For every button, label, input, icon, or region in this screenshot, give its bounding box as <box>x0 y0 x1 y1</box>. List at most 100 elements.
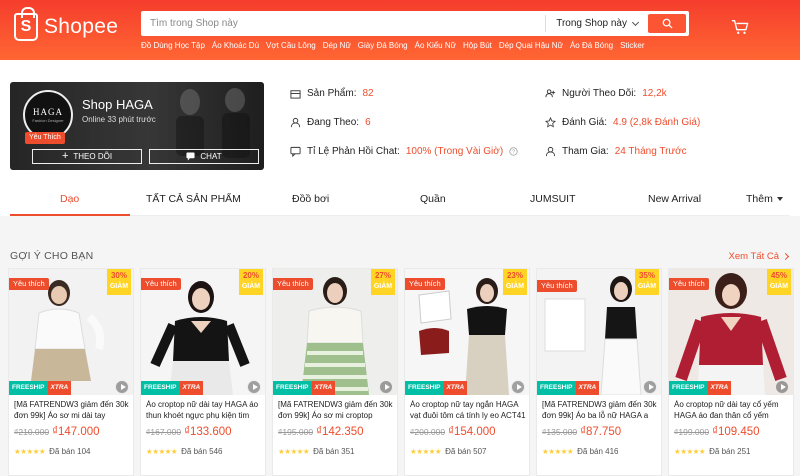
suggestion-link[interactable]: Áo Đá Bóng <box>570 41 613 50</box>
product-image[interactable]: Yêu thích 23% GIẢM FREESHIP XTRA <box>405 269 529 395</box>
tab-home[interactable]: Dạo <box>60 181 79 216</box>
stat-joined: Tham Gia: 24 Tháng Trước <box>545 146 687 157</box>
follow-label: THEO DÕI <box>73 152 113 161</box>
play-video-icon[interactable] <box>775 380 789 394</box>
suggestion-link[interactable]: Sticker <box>620 41 644 50</box>
product-image[interactable]: Yêu thích 27% GIẢM FREESHIP XTRA <box>273 269 397 395</box>
suggestion-link[interactable]: Hộp Bút <box>463 41 492 50</box>
xtra-label: XTRA <box>707 381 732 395</box>
discount-word: GIẢM <box>373 283 393 290</box>
see-all-link[interactable]: Xem Tất Cả <box>728 251 790 262</box>
favorite-badge: Yêu thích <box>405 278 445 290</box>
suggestion-link[interactable]: Đồ Dùng Học Tập <box>141 41 205 50</box>
play-video-icon[interactable] <box>511 380 525 394</box>
tab-more[interactable]: Thêm <box>746 181 783 216</box>
tab-swimwear[interactable]: Đồồ bơi <box>292 181 329 216</box>
search-scope-dropdown[interactable]: Trong Shop này <box>545 15 648 32</box>
favorite-badge: Yêu thích <box>669 278 709 290</box>
search-button[interactable] <box>648 14 686 33</box>
product-meta: ★★★★★ Đã bán 507 <box>410 447 487 456</box>
product-price: ₫167.000 ₫133.600 <box>146 426 232 438</box>
shopee-logo[interactable]: S Shopee <box>14 7 118 41</box>
search-input[interactable] <box>141 11 546 36</box>
play-video-icon[interactable] <box>247 380 261 394</box>
follow-button[interactable]: + THEO DÕI <box>32 149 142 164</box>
suggestion-link[interactable]: Dép Quai Hậu Nữ <box>499 41 563 50</box>
shop-tabs: Dạo TẤT CẢ SẢN PHẨM Đồồ bơi Quần JUMSUIT… <box>10 181 790 216</box>
section-title: GỢI Ý CHO BẠN <box>10 250 94 262</box>
stat-value: 24 Tháng Trước <box>614 146 687 157</box>
play-video-icon[interactable] <box>643 380 657 394</box>
followers-icon <box>545 89 556 98</box>
stat-label: Đánh Giá: <box>562 117 608 128</box>
suggestion-link[interactable]: Áo Kiểu Nữ <box>415 41 456 50</box>
chat-button[interactable]: CHAT <box>149 149 259 164</box>
favorite-badge: Yêu Thích <box>25 132 65 144</box>
tab-all-products[interactable]: TẤT CẢ SẢN PHẨM <box>146 181 241 216</box>
stat-followers: Người Theo Dõi: 12,2k <box>545 88 667 99</box>
product-card[interactable]: Yêu thích 45% GIẢM FREESHIP XTRA Áo cropto… <box>668 268 794 476</box>
product-meta: ★★★★★ Đã bán 416 <box>542 447 619 456</box>
rating-stars-icon: ★★★★★ <box>14 447 46 456</box>
cart-icon[interactable] <box>731 18 749 36</box>
product-meta: ★★★★★ Đã bán 251 <box>674 447 751 456</box>
sold-count: Đã bán 251 <box>709 447 751 456</box>
play-video-icon[interactable] <box>115 380 129 394</box>
product-card[interactable]: Yêu thích 27% GIẢM FREESHIP XTRA [Mã FATRE… <box>272 268 398 476</box>
favorite-badge: Yêu thích <box>537 280 577 292</box>
play-video-icon[interactable] <box>379 380 393 394</box>
discount-value: 45% <box>770 271 787 280</box>
freeship-label: FREESHIP <box>273 381 312 395</box>
product-price: ₫200.000 ₫154.000 <box>410 426 496 438</box>
stat-label: Người Theo Dõi: <box>562 88 637 99</box>
product-image[interactable]: Yêu thích 35% GIẢM FREESHIP XTRA <box>537 269 661 395</box>
stat-value: 100% (Trong Vài Giờ) <box>405 146 504 157</box>
product-card[interactable]: Yêu thích 35% GIẢM FREESHIP XTRA [Mã FATRE… <box>536 268 662 476</box>
product-name: Áo croptop nữ tay ngắn HAGA vạt đuôi tôm… <box>410 400 526 420</box>
product-meta: ★★★★★ Đã bán 546 <box>146 447 223 456</box>
discount-badge: 30% GIẢM <box>107 269 131 295</box>
product-price: ₫135.000 ₫87.750 <box>542 426 621 438</box>
favorite-badge: Yêu thích <box>141 278 181 290</box>
suggestion-link[interactable]: Giày Đá Bóng <box>358 41 408 50</box>
user-icon <box>290 117 301 128</box>
discount-badge: 35% GIẢM <box>635 269 659 295</box>
discount-value: 27% <box>374 271 391 280</box>
stat-following: Đang Theo: 6 <box>290 117 371 128</box>
freeship-xtra-badge: FREESHIP XTRA <box>9 381 72 395</box>
stat-label: Tỉ Lệ Phản Hồi Chat: <box>307 146 400 157</box>
tab-jumpsuit[interactable]: JUMSUIT <box>530 181 576 216</box>
rating-stars-icon: ★★★★★ <box>542 447 574 456</box>
favorite-badge: Yêu thích <box>273 278 313 290</box>
product-card[interactable]: Yêu thích 23% GIẢM FREESHIP XTRA Áo cropto… <box>404 268 530 476</box>
see-all-label: Xem Tất Cả <box>728 251 779 262</box>
suggestion-link[interactable]: Vợt Cầu Lông <box>266 41 316 50</box>
freeship-xtra-badge: FREESHIP XTRA <box>141 381 204 395</box>
stat-value: 4.9 (2,8k Đánh Giá) <box>613 117 701 128</box>
chat-icon <box>186 152 195 161</box>
product-card[interactable]: Yêu thích 30% GIẢM FREESHIP XTRA [Mã FATRE… <box>8 268 134 476</box>
rating-stars-icon: ★★★★★ <box>410 447 442 456</box>
sale-price: ₫147.000 <box>52 426 100 438</box>
suggestion-link[interactable]: Áo Khoác Dù <box>212 41 259 50</box>
xtra-label: XTRA <box>575 381 600 395</box>
chat-label: CHAT <box>200 152 222 161</box>
shop-online-status: Online 33 phút trước <box>82 115 156 124</box>
product-price: ₫210.000 ₫147.000 <box>14 426 100 438</box>
product-image[interactable]: Yêu thích 30% GIẢM FREESHIP XTRA <box>9 269 133 395</box>
suggestion-link[interactable]: Dép Nữ <box>323 41 351 50</box>
shop-card: HAGA Fashion Designer Yêu Thích Shop HAG… <box>10 82 264 170</box>
product-name: [Mã FATRENDW3 giảm đến 30k đơn 99k] Áo s… <box>278 400 393 420</box>
product-image[interactable]: Yêu thích 45% GIẢM FREESHIP XTRA <box>669 269 793 395</box>
xtra-label: XTRA <box>47 381 72 395</box>
freeship-label: FREESHIP <box>405 381 444 395</box>
tab-pants[interactable]: Quần <box>420 181 446 216</box>
product-image[interactable]: Yêu thích 20% GIẢM FREESHIP XTRA <box>141 269 265 395</box>
old-price: ₫200.000 <box>410 427 446 437</box>
freeship-xtra-badge: FREESHIP XTRA <box>405 381 468 395</box>
product-list: Yêu thích 30% GIẢM FREESHIP XTRA [Mã FATRE… <box>8 268 798 476</box>
tab-new-arrival[interactable]: New Arrival <box>648 181 701 216</box>
sale-price: ₫154.000 <box>448 426 496 438</box>
product-card[interactable]: Yêu thích 20% GIẢM FREESHIP XTRA Áo cropto… <box>140 268 266 476</box>
help-icon[interactable]: ? <box>509 147 518 156</box>
